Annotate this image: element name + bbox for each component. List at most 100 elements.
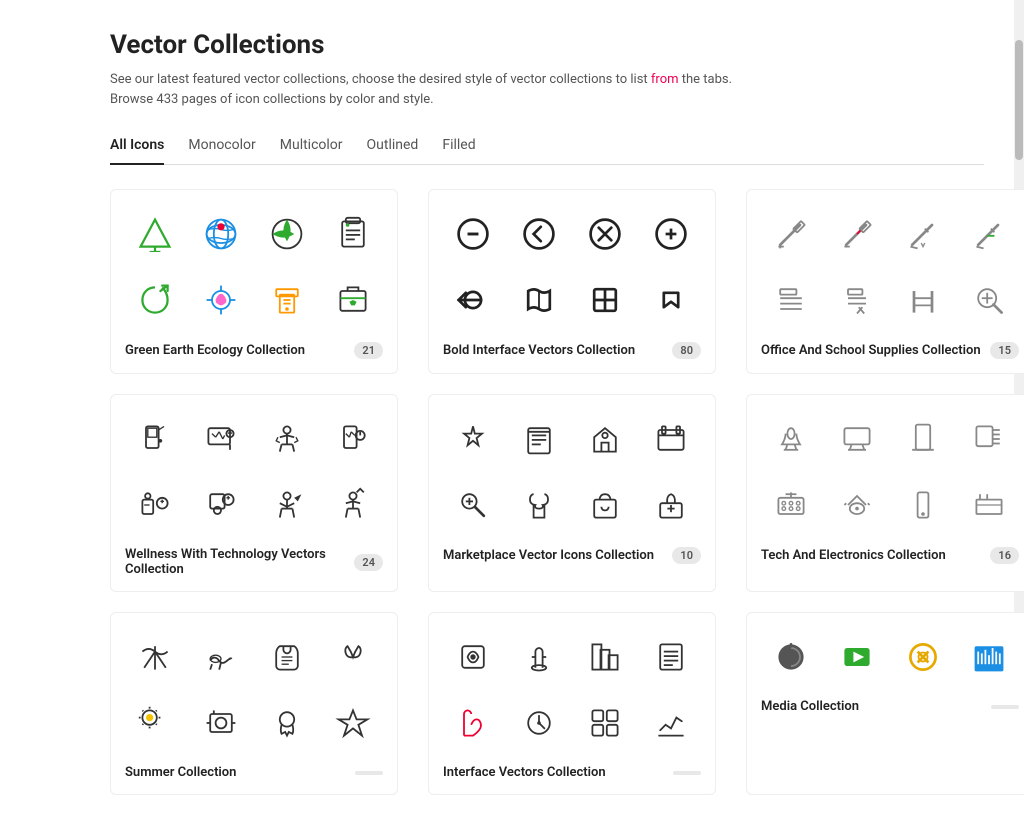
icon-cell <box>575 475 635 535</box>
icon-cell <box>191 693 251 753</box>
collection-count: 24 <box>354 554 383 571</box>
icon-cell <box>443 270 503 330</box>
collection-card-marketplace[interactable]: Marketplace Vector Icons Collection 10 <box>428 394 716 592</box>
collection-count: 10 <box>672 547 701 564</box>
icon-cell <box>893 475 953 535</box>
icons-preview-office-school <box>761 204 1019 330</box>
collection-card-interface2[interactable]: Interface Vectors Collection <box>428 612 716 795</box>
icon-cell <box>641 409 701 469</box>
tab-outlined[interactable]: Outlined <box>367 129 419 165</box>
icon-cell <box>443 475 503 535</box>
icon-cell <box>959 475 1019 535</box>
icon-cell <box>641 627 701 687</box>
icon-cell <box>125 475 185 535</box>
icons-preview-bold-interface <box>443 204 701 330</box>
icon-cell <box>257 204 317 264</box>
icon-cell <box>959 409 1019 469</box>
collection-footer: Bold Interface Vectors Collection 80 <box>443 342 701 359</box>
icon-cell <box>827 409 887 469</box>
icon-cell <box>125 270 185 330</box>
icon-cell <box>509 204 569 264</box>
collection-name: Tech And Electronics Collection <box>761 548 990 563</box>
icon-cell <box>641 204 701 264</box>
icon-cell <box>509 693 569 753</box>
tab-multicolor[interactable]: Multicolor <box>280 129 343 165</box>
icons-preview-wellness-tech <box>125 409 383 535</box>
icon-cell <box>893 270 953 330</box>
collection-card-wellness-tech[interactable]: Wellness With Technology Vectors Collect… <box>110 394 398 592</box>
collection-card-media[interactable]: Media Collection <box>746 612 1024 795</box>
icon-cell <box>827 270 887 330</box>
icon-cell <box>827 475 887 535</box>
collection-footer: Office And School Supplies Collection 15 <box>761 342 1019 359</box>
collection-card-bold-interface[interactable]: Bold Interface Vectors Collection 80 <box>428 189 716 374</box>
icon-cell <box>959 270 1019 330</box>
icon-cell <box>761 204 821 264</box>
icon-cell <box>323 409 383 469</box>
icon-cell <box>761 270 821 330</box>
collections-grid: Green Earth Ecology Collection 21 Bold I… <box>110 189 984 795</box>
icon-cell <box>125 693 185 753</box>
icon-cell <box>827 627 887 687</box>
icon-cell <box>761 475 821 535</box>
collection-count: 16 <box>990 547 1019 564</box>
tab-filled[interactable]: Filled <box>442 129 475 165</box>
icon-cell <box>257 627 317 687</box>
icon-cell <box>257 270 317 330</box>
icon-cell <box>893 204 953 264</box>
collection-name: Summer Collection <box>125 765 355 780</box>
icon-cell <box>443 627 503 687</box>
collection-name: Media Collection <box>761 699 991 714</box>
icon-cell <box>443 409 503 469</box>
icon-cell <box>575 204 635 264</box>
collection-footer: Media Collection <box>761 699 1019 714</box>
collection-count: 21 <box>354 342 383 359</box>
icon-cell <box>509 270 569 330</box>
icon-cell <box>323 270 383 330</box>
icon-cell <box>191 270 251 330</box>
collection-footer: Green Earth Ecology Collection 21 <box>125 342 383 359</box>
tab-all-icons[interactable]: All Icons <box>110 129 164 165</box>
page-title: Vector Collections <box>110 30 984 60</box>
icon-cell <box>641 693 701 753</box>
icon-cell <box>323 693 383 753</box>
page-subtitle: See our latest featured vector collectio… <box>110 70 984 109</box>
icon-cell <box>125 627 185 687</box>
icon-cell <box>761 627 821 687</box>
icon-cell <box>509 409 569 469</box>
icon-cell <box>641 270 701 330</box>
icon-cell <box>893 627 953 687</box>
icon-cell <box>575 627 635 687</box>
icon-cell <box>893 409 953 469</box>
collection-count <box>673 771 701 775</box>
icon-cell <box>323 204 383 264</box>
collection-card-office-school[interactable]: Office And School Supplies Collection 15 <box>746 189 1024 374</box>
icon-cell <box>641 475 701 535</box>
icon-cell <box>191 409 251 469</box>
collection-card-tech-electronics[interactable]: Tech And Electronics Collection 16 <box>746 394 1024 592</box>
icon-cell <box>443 693 503 753</box>
collection-footer: Wellness With Technology Vectors Collect… <box>125 547 383 577</box>
icon-cell <box>323 627 383 687</box>
collection-count: 80 <box>672 342 701 359</box>
icons-preview-media <box>761 627 1019 687</box>
collection-footer: Summer Collection <box>125 765 383 780</box>
icon-cell <box>257 693 317 753</box>
collection-name: Marketplace Vector Icons Collection <box>443 548 672 563</box>
icon-cell <box>191 204 251 264</box>
collection-card-green-earth[interactable]: Green Earth Ecology Collection 21 <box>110 189 398 374</box>
icon-cell <box>323 475 383 535</box>
icon-cell <box>959 627 1019 687</box>
collection-footer: Tech And Electronics Collection 16 <box>761 547 1019 564</box>
collection-name: Interface Vectors Collection <box>443 765 673 780</box>
collection-card-summer[interactable]: Summer Collection <box>110 612 398 795</box>
icon-cell <box>257 409 317 469</box>
icon-cell <box>761 409 821 469</box>
tab-monocolor[interactable]: Monocolor <box>188 129 255 165</box>
collection-footer: Marketplace Vector Icons Collection 10 <box>443 547 701 564</box>
collection-name: Bold Interface Vectors Collection <box>443 343 672 358</box>
icon-cell <box>827 204 887 264</box>
icons-preview-green-earth <box>125 204 383 330</box>
icon-cell <box>191 627 251 687</box>
icon-cell <box>575 409 635 469</box>
